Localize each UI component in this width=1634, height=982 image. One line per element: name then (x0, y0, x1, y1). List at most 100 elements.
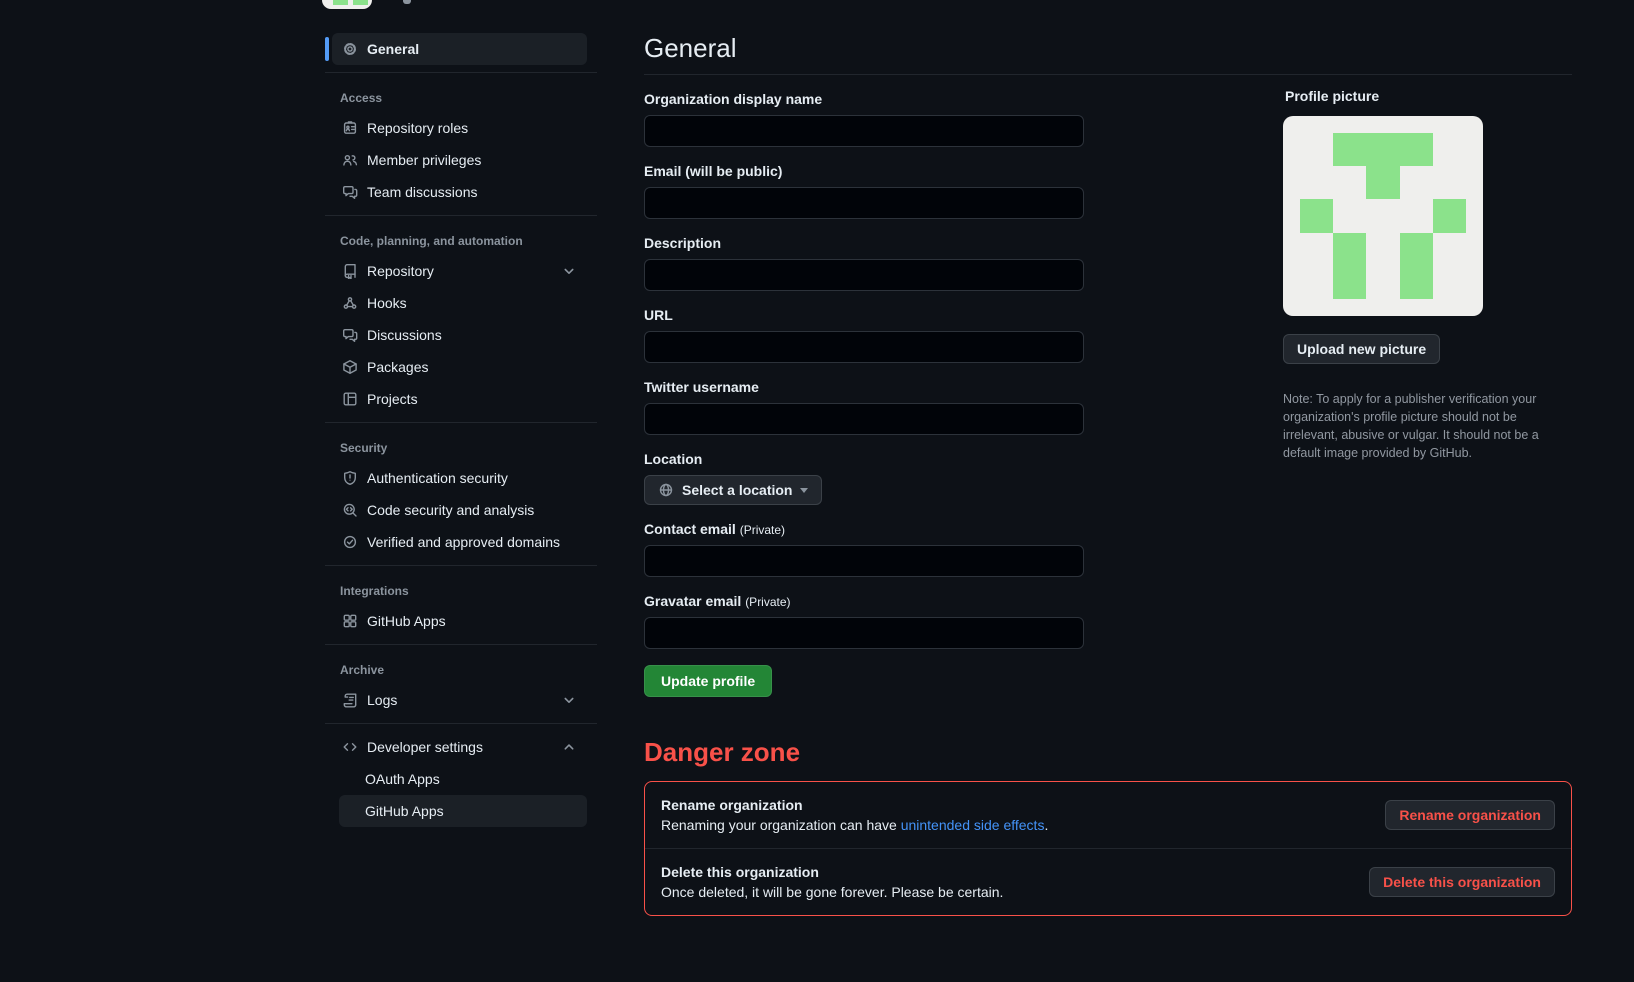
url-input[interactable] (644, 331, 1084, 363)
sidebar-section-title: Code, planning, and automation (325, 223, 597, 255)
email-input[interactable] (644, 187, 1084, 219)
divider (325, 422, 597, 423)
twitter-username-input[interactable] (644, 403, 1084, 435)
page-title: General (644, 33, 1572, 75)
sidebar-item-repository-roles[interactable]: Repository roles (332, 112, 587, 144)
profile-form: Organization display name Email (will be… (644, 91, 1084, 697)
sidebar-subitem-oauth-apps[interactable]: OAuth Apps (339, 763, 587, 795)
update-profile-button[interactable]: Update profile (644, 665, 772, 697)
field-label-contact-email: Contact email (Private) (644, 521, 1084, 537)
sidebar-item-label: OAuth Apps (365, 771, 440, 787)
sidebar-item-team-discussions[interactable]: Team discussions (332, 176, 587, 208)
verified-icon (342, 534, 358, 550)
chevron-down-icon (561, 263, 577, 279)
unintended-side-effects-link[interactable]: unintended side effects (901, 817, 1045, 833)
org-identicon-grid (1300, 133, 1466, 299)
delete-organization-heading: Delete this organization (661, 864, 1003, 880)
sidebar-section-title: Access (325, 80, 597, 112)
identicon-cell (1366, 199, 1399, 232)
rename-organization-button[interactable]: Rename organization (1385, 800, 1555, 830)
description-text: . (1044, 817, 1048, 833)
sidebar-section-title: Security (325, 430, 597, 462)
sidebar-item-projects[interactable]: Projects (332, 383, 587, 415)
sidebar-subitem-github-apps[interactable]: GitHub Apps (339, 795, 587, 827)
apps-icon (342, 613, 358, 629)
field-label-twitter: Twitter username (644, 379, 1084, 395)
identicon-cell (1433, 199, 1466, 232)
sidebar-item-developer-settings[interactable]: Developer settings (332, 731, 587, 763)
rename-organization-description: Renaming your organization can have unin… (661, 817, 1048, 833)
identicon-cell (1333, 199, 1366, 232)
sidebar-item-github-apps[interactable]: GitHub Apps (332, 605, 587, 637)
location-select-label: Select a location (682, 482, 792, 498)
org-identicon (1283, 116, 1483, 316)
field-label-email: Email (will be public) (644, 163, 1084, 179)
divider (325, 565, 597, 566)
identicon-cell (1366, 133, 1399, 166)
avatar-pixel (333, 0, 348, 5)
sidebar-section-title: Archive (325, 652, 597, 684)
identicon-cell (1300, 166, 1333, 199)
description-input[interactable] (644, 259, 1084, 291)
identicon-cell (1333, 233, 1366, 266)
sidebar-item-logs[interactable]: Logs (332, 684, 587, 716)
sidebar-item-label: Developer settings (367, 739, 483, 755)
field-label-url: URL (644, 307, 1084, 323)
upload-new-picture-button[interactable]: Upload new picture (1283, 334, 1440, 364)
sidebar-item-label: Packages (367, 359, 428, 375)
sidebar-item-label: Projects (367, 391, 418, 407)
table-icon (342, 391, 358, 407)
sidebar-item-label: Team discussions (367, 184, 478, 200)
package-icon (342, 359, 358, 375)
code-icon (342, 739, 358, 755)
organization-display-name-input[interactable] (644, 115, 1084, 147)
sidebar-item-verified-domains[interactable]: Verified and approved domains (332, 526, 587, 558)
identicon-cell (1366, 266, 1399, 299)
sidebar-item-label: Repository roles (367, 120, 468, 136)
sidebar-item-packages[interactable]: Packages (332, 351, 587, 383)
rename-organization-row: Rename organization Renaming your organi… (645, 782, 1571, 848)
gear-icon (342, 41, 358, 57)
sidebar-item-label: Logs (367, 692, 397, 708)
sidebar-item-authentication-security[interactable]: Authentication security (332, 462, 587, 494)
field-label-display-name: Organization display name (644, 91, 1084, 107)
contact-email-input[interactable] (644, 545, 1084, 577)
org-name-fragment (403, 0, 411, 4)
delete-organization-button[interactable]: Delete this organization (1369, 867, 1555, 897)
identicon-cell (1333, 166, 1366, 199)
avatar-pixel (353, 0, 368, 5)
sidebar-item-member-privileges[interactable]: Member privileges (332, 144, 587, 176)
location-select-button[interactable]: Select a location (644, 475, 822, 505)
field-label-description: Description (644, 235, 1084, 251)
sidebar-section-title: Integrations (325, 573, 597, 605)
sidebar-item-general[interactable]: General (332, 33, 587, 65)
delete-organization-row: Delete this organization Once deleted, i… (645, 848, 1571, 915)
sidebar-item-label: GitHub Apps (367, 613, 446, 629)
identicon-cell (1433, 266, 1466, 299)
sidebar-item-label: Verified and approved domains (367, 534, 560, 550)
sidebar-item-label: General (367, 41, 419, 57)
danger-zone-box: Rename organization Renaming your organi… (644, 781, 1572, 916)
codescan-icon (342, 502, 358, 518)
settings-sidebar: General Access Repository roles Member p… (325, 33, 597, 827)
sidebar-item-discussions[interactable]: Discussions (332, 319, 587, 351)
sidebar-item-repository[interactable]: Repository (332, 255, 587, 287)
repo-icon (342, 263, 358, 279)
sidebar-item-label: Member privileges (367, 152, 481, 168)
webhook-icon (342, 295, 358, 311)
identicon-cell (1400, 166, 1433, 199)
globe-icon (658, 482, 674, 498)
id-badge-icon (342, 120, 358, 136)
identicon-cell (1400, 133, 1433, 166)
label-qualifier: (Private) (740, 523, 785, 537)
sidebar-item-code-security[interactable]: Code security and analysis (332, 494, 587, 526)
identicon-cell (1400, 266, 1433, 299)
sidebar-item-hooks[interactable]: Hooks (332, 287, 587, 319)
identicon-cell (1333, 266, 1366, 299)
shield-icon (342, 470, 358, 486)
gravatar-email-input[interactable] (644, 617, 1084, 649)
divider (325, 723, 597, 724)
sidebar-item-label: Authentication security (367, 470, 508, 486)
chevron-up-icon (561, 739, 577, 755)
sidebar-item-label: GitHub Apps (365, 803, 444, 819)
